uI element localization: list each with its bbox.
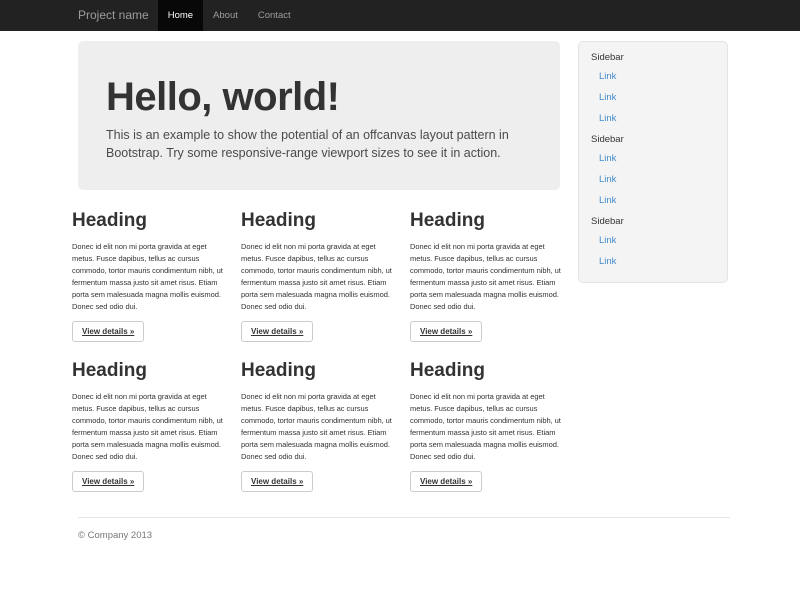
jumbotron-description-line1: This is an example to show the potential… bbox=[106, 127, 532, 145]
card: Heading Donec id elit non mi porta gravid… bbox=[72, 190, 224, 342]
sidebar-group-heading: Sidebar bbox=[591, 135, 717, 145]
card-body-text: Donec id elit non mi porta gravida at eg… bbox=[410, 241, 562, 313]
view-details-button[interactable]: View details » bbox=[72, 471, 144, 492]
sidebar-link[interactable]: Link bbox=[599, 236, 717, 246]
sidebar-link[interactable]: Link bbox=[599, 93, 717, 103]
card-body-text: Donec id elit non mi porta gravida at eg… bbox=[72, 391, 224, 463]
sidebar-link[interactable]: Link bbox=[599, 154, 717, 164]
card: Heading Donec id elit non mi porta gravid… bbox=[72, 342, 224, 492]
nav-item-about: About bbox=[203, 0, 248, 31]
nav-link-contact[interactable]: Contact bbox=[248, 0, 301, 31]
view-details-button[interactable]: View details » bbox=[241, 471, 313, 492]
sidebar-link[interactable]: Link bbox=[599, 175, 717, 185]
jumbotron-description-line2: Bootstrap. Try some responsive-range vie… bbox=[106, 145, 532, 163]
view-details-button[interactable]: View details » bbox=[410, 471, 482, 492]
navbar: Project name HomeAboutContact bbox=[0, 0, 800, 31]
jumbotron: Hello, world! This is an example to show… bbox=[78, 41, 560, 190]
view-details-button[interactable]: View details » bbox=[410, 321, 482, 342]
card-heading: Heading bbox=[410, 210, 562, 232]
jumbotron-description: This is an example to show the potential… bbox=[106, 127, 532, 162]
card-row: Heading Donec id elit non mi porta gravid… bbox=[72, 342, 564, 492]
sidebar-link[interactable]: Link bbox=[599, 257, 717, 267]
footer: © Company 2013 bbox=[78, 517, 730, 541]
sidebar: Sidebar Link Link Link Sidebar Link Link Link Si… bbox=[578, 41, 728, 283]
card: Heading Donec id elit non mi porta gravid… bbox=[410, 190, 562, 342]
content-area: Heading Donec id elit non mi porta gravid… bbox=[72, 190, 564, 492]
sidebar-group-heading: Sidebar bbox=[591, 53, 717, 63]
sidebar-link[interactable]: Link bbox=[599, 72, 717, 82]
card-body-text: Donec id elit non mi porta gravida at eg… bbox=[241, 241, 393, 313]
card-body-text: Donec id elit non mi porta gravida at eg… bbox=[410, 391, 562, 463]
sidebar-link[interactable]: Link bbox=[599, 196, 717, 206]
card-heading: Heading bbox=[241, 210, 393, 232]
sidebar-link[interactable]: Link bbox=[599, 114, 717, 124]
card-heading: Heading bbox=[72, 360, 224, 382]
nav-item-contact: Contact bbox=[248, 0, 301, 31]
card: Heading Donec id elit non mi porta gravid… bbox=[241, 190, 393, 342]
page-title: Hello, world! bbox=[106, 75, 532, 119]
navbar-brand[interactable]: Project name bbox=[78, 0, 149, 31]
nav-link-about[interactable]: About bbox=[203, 0, 248, 31]
copyright-text: © Company 2013 bbox=[78, 530, 730, 541]
card: Heading Donec id elit non mi porta gravid… bbox=[410, 342, 562, 492]
navbar-menu: HomeAboutContact bbox=[158, 0, 301, 31]
sidebar-group-heading: Sidebar bbox=[591, 217, 717, 227]
view-details-button[interactable]: View details » bbox=[72, 321, 144, 342]
card: Heading Donec id elit non mi porta gravid… bbox=[241, 342, 393, 492]
card-body-text: Donec id elit non mi porta gravida at eg… bbox=[241, 391, 393, 463]
card-body-text: Donec id elit non mi porta gravida at eg… bbox=[72, 241, 224, 313]
navbar-container: Project name HomeAboutContact bbox=[78, 0, 800, 31]
nav-item-home: Home bbox=[158, 0, 203, 31]
nav-link-home[interactable]: Home bbox=[158, 0, 203, 31]
card-heading: Heading bbox=[241, 360, 393, 382]
card-row: Heading Donec id elit non mi porta gravid… bbox=[72, 190, 564, 342]
card-heading: Heading bbox=[72, 210, 224, 232]
view-details-button[interactable]: View details » bbox=[241, 321, 313, 342]
card-heading: Heading bbox=[410, 360, 562, 382]
